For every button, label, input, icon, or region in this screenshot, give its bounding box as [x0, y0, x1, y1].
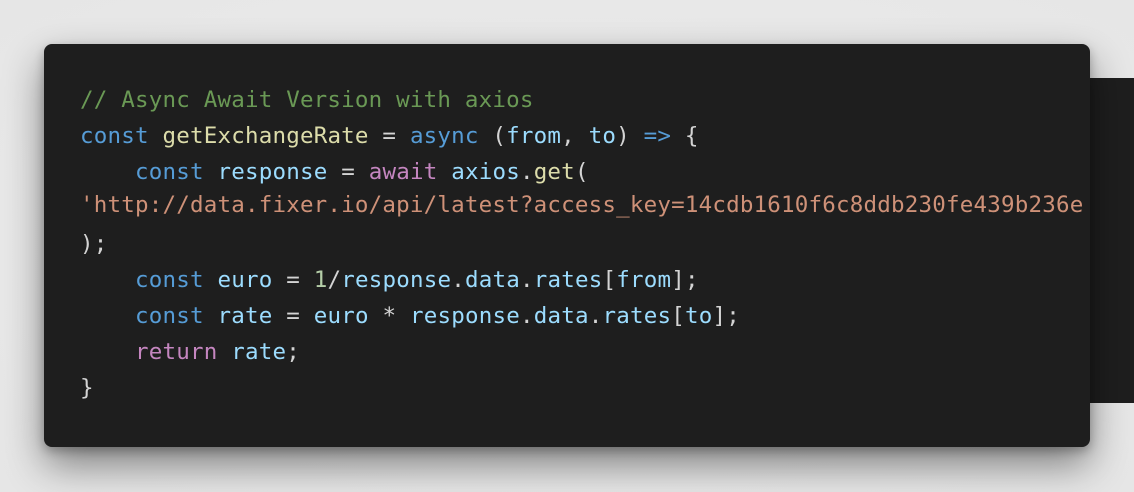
- punctuation: .: [519, 159, 534, 185]
- code-line-1: // Async Await Version with axios: [80, 82, 740, 118]
- url-string: 'http://data.fixer.io/api/latest?access_…: [80, 192, 1084, 218]
- code-window: // Async Await Version with axios const g…: [44, 44, 1090, 447]
- var-to: to: [684, 303, 713, 329]
- var-rate: rate: [231, 339, 287, 365]
- comment: // Async Await Version with axios: [80, 87, 534, 113]
- operator-multiply: *: [368, 303, 410, 329]
- operator-divide: /: [327, 267, 342, 293]
- operator-equals: =: [272, 303, 314, 329]
- code-line-7: const rate = euro * response.data.rates[…: [80, 298, 740, 334]
- code-block: // Async Await Version with axios const g…: [80, 82, 740, 406]
- number-literal: 1: [313, 267, 328, 293]
- var-response: response: [409, 303, 520, 329]
- punctuation: [: [671, 303, 685, 329]
- punctuation: .: [519, 267, 534, 293]
- punctuation: .: [451, 267, 465, 293]
- keyword-return: return: [135, 339, 218, 365]
- punctuation: );: [80, 231, 108, 257]
- var-euro: euro: [217, 267, 273, 293]
- obj-axios: axios: [451, 159, 520, 185]
- keyword-const: const: [135, 159, 204, 185]
- punctuation: {: [671, 123, 699, 149]
- keyword-const: const: [135, 303, 204, 329]
- code-line-9: }: [80, 370, 740, 406]
- var-rate: rate: [217, 303, 273, 329]
- closing-brace: }: [80, 375, 94, 401]
- param-to: to: [588, 123, 617, 149]
- punctuation: .: [519, 303, 534, 329]
- function-name: getExchangeRate: [162, 123, 369, 149]
- param-from: from: [506, 123, 562, 149]
- punctuation: (: [574, 159, 589, 185]
- keyword-await: await: [368, 159, 438, 185]
- keyword-async: async: [409, 123, 479, 149]
- operator-equals: =: [327, 159, 369, 185]
- method-get: get: [533, 159, 575, 185]
- punctuation: (: [478, 123, 507, 149]
- operator-equals: =: [368, 123, 410, 149]
- code-line-2: const getExchangeRate = async (from, to)…: [80, 118, 740, 154]
- var-euro: euro: [313, 303, 369, 329]
- prop-rates: rates: [602, 303, 672, 329]
- keyword-const: const: [135, 267, 204, 293]
- var-response: response: [217, 159, 328, 185]
- code-line-5: );: [80, 226, 740, 262]
- var-from: from: [616, 267, 672, 293]
- prop-rates: rates: [533, 267, 603, 293]
- code-line-6: const euro = 1/response.data.rates[from]…: [80, 262, 740, 298]
- prop-data: data: [464, 267, 520, 293]
- punctuation: .: [588, 303, 603, 329]
- code-line-8: return rate;: [80, 334, 740, 370]
- background-window-edge: [1086, 78, 1134, 403]
- operator-equals: =: [272, 267, 314, 293]
- punctuation: ,: [561, 123, 589, 149]
- punctuation: ): [616, 123, 644, 149]
- punctuation: ];: [712, 303, 740, 329]
- var-response: response: [341, 267, 452, 293]
- url-string-line: 'http://data.fixer.io/api/latest?access_…: [80, 187, 1083, 223]
- punctuation: [: [602, 267, 617, 293]
- punctuation: ];: [671, 267, 699, 293]
- prop-data: data: [533, 303, 589, 329]
- arrow-operator: =>: [643, 123, 672, 149]
- code-line-3: const response = await axios.get(: [80, 154, 740, 190]
- keyword-const: const: [80, 123, 149, 149]
- punctuation: ;: [286, 339, 300, 365]
